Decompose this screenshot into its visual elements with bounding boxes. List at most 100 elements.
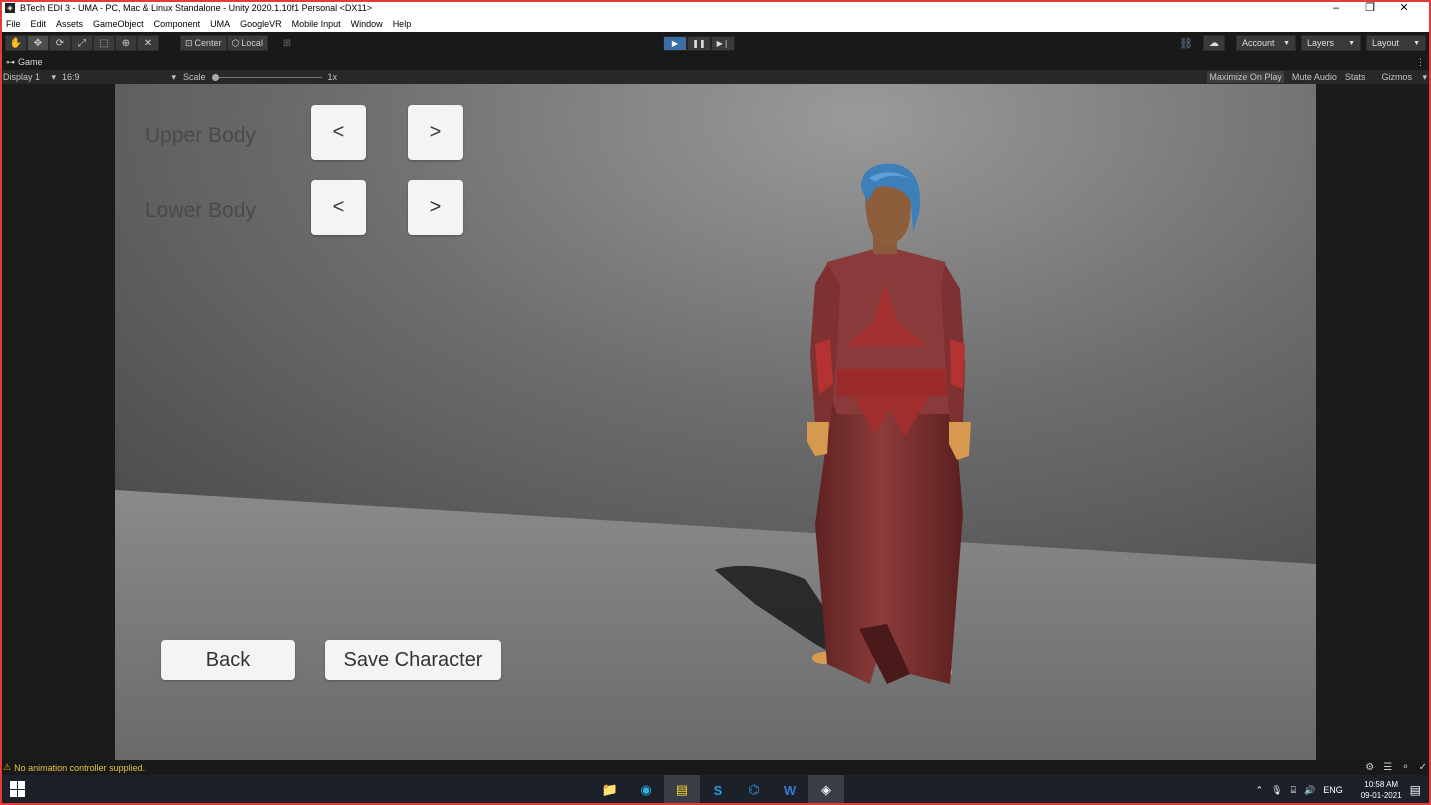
notification-icon[interactable]: ▤ [1410,783,1421,797]
play-controls: ▶ ❚❚ ▶❘ [663,36,735,51]
unity-icon: ◈ [821,782,831,797]
rect-tool-button[interactable]: ⬚ [93,35,115,51]
title-bar: ◈ BTech EDI 3 - UMA - PC, Mac & Linux St… [0,0,1431,16]
scale-slider-knob[interactable] [211,73,219,81]
status-icons: ⚙ ☰ ⚬ ✓ [1356,760,1427,775]
upper-body-prev-button[interactable]: < [311,105,366,160]
vscode-app[interactable]: ⌬ [736,775,772,805]
aspect-dropdown[interactable]: 16:9 ▾ [60,72,180,83]
lower-body-prev-button[interactable]: < [311,180,366,235]
step-button[interactable]: ▶❘ [711,36,735,51]
menu-help[interactable]: Help [393,19,412,29]
status-message[interactable]: No animation controller supplied. [14,763,145,773]
clock[interactable]: 10:58 AM 09-01-2021 [1353,779,1402,801]
file-explorer-app[interactable]: 📁 [592,775,628,805]
language-indicator[interactable]: ENG [1323,785,1343,795]
toolbar-right: ⛓ ☁ Account ▼ Layers ▼ Layout ▼ [1175,35,1426,51]
edge-app[interactable]: ◉ [628,775,664,805]
cloud-button[interactable]: ☁ [1203,35,1225,51]
windows-taskbar: 📁 ◉ ▤ S ⌬ W ◈ ⌃ 🎙 ⌸ 🔊 ENG 10:58 AM 09-01… [0,775,1431,805]
scale-value: 1x [327,72,338,82]
upper-body-label: Upper Body [145,124,256,147]
chevron-up-icon[interactable]: ⌃ [1256,785,1264,796]
network-icon[interactable]: ⌸ [1291,785,1296,796]
tab-game[interactable]: ⊶ Game [0,54,49,70]
save-character-button[interactable]: Save Character [325,640,501,680]
move-tool-button[interactable]: ✥ [27,35,49,51]
gamepad-icon: ⊶ [6,56,15,67]
system-tray: ⌃ 🎙 ⌸ 🔊 ENG 10:58 AM 09-01-2021 ▤ [1248,775,1421,805]
pivot-rotation-label: Local [241,38,263,48]
snap-button[interactable]: ⊞ [280,35,294,51]
menu-googlevr[interactable]: GoogleVR [240,19,282,29]
pivot-controls: ⊡ Center ⬡ Local [180,35,268,51]
play-button[interactable]: ▶ [663,36,687,51]
skype-icon: S [713,782,723,798]
menu-component[interactable]: Component [154,19,201,29]
move-icon: ✥ [33,37,43,49]
scale-slider[interactable] [211,73,322,81]
upper-body-next-button[interactable]: > [408,105,463,160]
pause-icon: ❚❚ [692,39,706,48]
snap-grid-icon: ⊞ [282,37,292,49]
account-dropdown[interactable]: Account ▼ [1236,35,1296,51]
collab-icon: ⛓ [1179,37,1193,50]
windows-start-button[interactable] [10,781,26,797]
chevron-down-icon: ▼ [1348,39,1355,47]
back-button[interactable]: Back [161,640,295,680]
main-toolbar: ✋ ✥ ⟳ ⤢ ⬚ ⊕ ✕ ⊡ Center ⬡ Local ⊞ ▶ ❚❚ ▶❘ ⛓… [0,32,1431,54]
hand-tool-button[interactable]: ✋ [5,35,27,51]
word-icon: W [783,782,797,798]
maximize-on-play-toggle[interactable]: Maximize On Play [1207,71,1284,83]
volume-icon[interactable]: 🔊 [1304,785,1315,796]
clock-time: 10:58 AM [1364,780,1399,789]
sticky-notes-app[interactable]: ▤ [664,775,700,805]
menu-mobile-input[interactable]: Mobile Input [292,19,341,29]
folder-icon: 📁 [601,782,619,797]
display-label: Display 1 [3,71,41,82]
lower-body-next-button[interactable]: > [408,180,463,235]
scene-render [115,84,1316,760]
chevron-down-icon: ▼ [1413,39,1420,47]
custom-tool-button[interactable]: ✕ [137,35,159,51]
restore-button[interactable]: ❐ [1353,0,1387,16]
menu-assets[interactable]: Assets [56,19,83,29]
close-button[interactable]: ✕ [1387,0,1421,16]
unity-app[interactable]: ◈ [808,775,844,805]
word-app[interactable]: W [772,775,808,805]
menu-uma[interactable]: UMA [210,19,230,29]
stats-toggle[interactable]: Stats [1345,72,1366,82]
collab-button[interactable]: ⛓ [1175,35,1197,51]
scale-control: Scale 1x [183,72,337,82]
microphone-icon[interactable]: 🎙 [1271,785,1282,796]
pivot-mode-button[interactable]: ⊡ Center [180,35,227,51]
tab-game-label: Game [18,57,43,67]
pivot-rotation-button[interactable]: ⬡ Local [226,35,268,51]
edge-icon: ◉ [640,782,652,797]
tab-menu-button[interactable]: ⋮ [1416,54,1425,70]
status-bar[interactable]: ⚠ No animation controller supplied. ⚙ ☰ … [0,760,1431,775]
skype-app[interactable]: S [700,775,736,805]
layout-label: Layout [1372,38,1400,48]
layout-dropdown[interactable]: Layout ▼ [1366,35,1426,51]
menu-window[interactable]: Window [351,19,383,29]
scale-tool-button[interactable]: ⤢ [71,35,93,51]
display-dropdown[interactable]: Display 1 ▾ [0,72,60,83]
pause-button[interactable]: ❚❚ [687,36,711,51]
chevron-down-icon: ▾ [51,71,56,82]
menu-file[interactable]: File [6,19,21,29]
rotate-tool-button[interactable]: ⟳ [49,35,71,51]
transform-tools: ✋ ✥ ⟳ ⤢ ⬚ ⊕ ✕ [5,35,159,51]
menu-gameobject[interactable]: GameObject [93,19,144,29]
menu-edit[interactable]: Edit [31,19,47,29]
mute-audio-toggle[interactable]: Mute Audio [1292,72,1337,82]
scale-icon: ⤢ [78,37,86,49]
game-view-toggles: Maximize On Play Mute Audio Stats Gizmos… [1199,70,1427,84]
game-viewport[interactable]: Upper Body Lower Body < > < > Back Save … [115,84,1316,760]
minimize-button[interactable]: – [1319,0,1353,16]
layers-dropdown[interactable]: Layers ▼ [1301,35,1361,51]
gizmos-dropdown[interactable]: Gizmos ▾ [1373,72,1427,83]
window-controls: – ❐ ✕ [1319,0,1421,16]
game-view-controls: Display 1 ▾ 16:9 ▾ Scale 1x Maximize On … [0,70,1431,84]
transform-tool-button[interactable]: ⊕ [115,35,137,51]
